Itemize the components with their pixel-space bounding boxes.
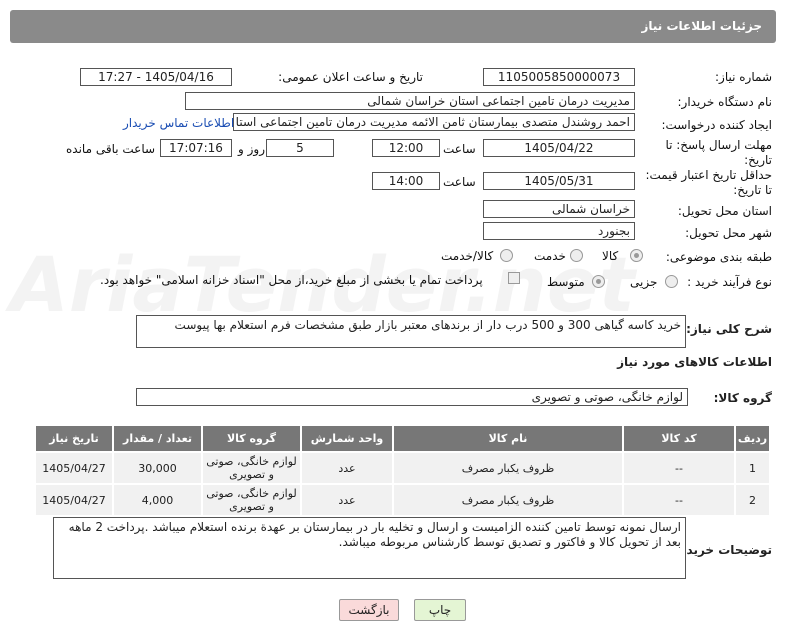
deadline-date-field: 1405/04/22 — [483, 139, 635, 157]
goods-table: ردیف کد کالا نام کالا واحد شمارش گروه کا… — [34, 424, 771, 517]
cell-quantity: 30,000 — [112, 451, 203, 485]
cell-row: 1 — [734, 451, 771, 485]
th-unit: واحد شمارش — [300, 424, 394, 453]
need-details-page: AriaTender.net جزئیات اطلاعات نیاز شماره… — [0, 0, 788, 636]
buyer-org-field: مدیریت درمان تامین اجتماعی استان خراسان … — [185, 92, 635, 110]
category-goods-radio[interactable] — [630, 249, 643, 262]
goods-info-title: اطلاعات کالاهای مورد نیاز — [617, 355, 772, 369]
deadline-time-word: ساعت — [443, 142, 476, 156]
description-textarea[interactable]: خرید کاسه گیاهی 300 و 500 درب دار از برن… — [136, 315, 686, 348]
description-text: خرید کاسه گیاهی 300 و 500 درب دار از برن… — [174, 318, 681, 332]
cell-name: ظروف یکبار مصرف — [392, 483, 624, 517]
category-service-label: خدمت — [534, 249, 566, 263]
print-button[interactable]: چاپ — [414, 599, 466, 621]
need-number-label: شماره نیاز: — [715, 70, 772, 84]
buyer-notes-textarea[interactable]: ارسال نمونه توسط تامین کننده الزامیست و … — [53, 517, 686, 579]
process-small-radio[interactable] — [665, 275, 678, 288]
announce-label: تاریخ و ساعت اعلان عمومی: — [278, 70, 423, 84]
th-name: نام کالا — [392, 424, 624, 453]
goods-group-field: لوازم خانگی، صوتی و تصویری — [136, 388, 688, 406]
page-title: جزئیات اطلاعات نیاز — [641, 19, 762, 33]
category-label: طبقه بندی موضوعی: — [665, 250, 772, 264]
creator-label: ایجاد کننده درخواست: — [661, 118, 772, 132]
process-medium-label: متوسط — [547, 275, 585, 289]
need-number-field: 1105005850000073 — [483, 68, 635, 86]
goods-group-label: گروه کالا: — [713, 391, 772, 405]
category-service-radio[interactable] — [570, 249, 583, 262]
category-goods-service-radio[interactable] — [500, 249, 513, 262]
category-goods-service-label: کالا/خدمت — [441, 249, 494, 263]
cell-group: لوازم خانگی، صوتی و تصویری — [201, 483, 302, 517]
process-small-label: جزیی — [630, 275, 658, 289]
remaining-word: ساعت باقی مانده — [66, 142, 156, 156]
days-word: روز و — [238, 142, 265, 156]
page-header: جزئیات اطلاعات نیاز — [10, 10, 776, 43]
deadline-label: مهلت ارسال پاسخ: تا تاریخ: — [665, 138, 772, 167]
validity-label: حداقل تاریخ اعتبار قیمت: تا تاریخ: — [645, 168, 772, 197]
th-code: کد کالا — [622, 424, 736, 453]
city-field: بجنورد — [483, 222, 635, 240]
buyer-notes-text: ارسال نمونه توسط تامین کننده الزامیست و … — [68, 520, 681, 549]
remaining-time-field: 17:07:16 — [160, 139, 232, 157]
buyer-contact-link[interactable]: اطلاعات تماس خریدار — [123, 116, 234, 130]
description-label: شرح کلی نیاز: — [686, 322, 772, 336]
process-medium-radio[interactable] — [592, 275, 605, 288]
validity-time-field: 14:00 — [372, 172, 440, 190]
table-header-row: ردیف کد کالا نام کالا واحد شمارش گروه کا… — [34, 424, 771, 453]
th-row: ردیف — [734, 424, 771, 453]
cell-code: -- — [622, 451, 736, 485]
cell-date: 1405/04/27 — [34, 451, 114, 485]
buyer-org-label: نام دستگاه خریدار: — [677, 95, 773, 109]
deadline-time-field: 12:00 — [372, 139, 440, 157]
city-label: شهر محل تحویل: — [685, 226, 772, 240]
province-label: استان محل تحویل: — [677, 204, 772, 218]
cell-quantity: 4,000 — [112, 483, 203, 517]
cell-date: 1405/04/27 — [34, 483, 114, 517]
province-field: خراسان شمالی — [483, 200, 635, 218]
process-label: نوع فرآیند خرید : — [687, 275, 772, 289]
table-row: 1 -- ظروف یکبار مصرف عدد لوازم خانگی، صو… — [34, 451, 771, 485]
cell-row: 2 — [734, 483, 771, 517]
th-quantity: تعداد / مقدار — [112, 424, 203, 453]
payment-checkbox[interactable] — [508, 272, 520, 284]
cell-unit: عدد — [300, 483, 394, 517]
payment-note: پرداخت تمام یا بخشی از مبلغ خرید،از محل … — [100, 273, 483, 287]
validity-date-field: 1405/05/31 — [483, 172, 635, 190]
category-goods-label: کالا — [602, 249, 619, 263]
cell-group: لوازم خانگی، صوتی و تصویری — [201, 451, 302, 485]
cell-name: ظروف یکبار مصرف — [392, 451, 624, 485]
table-row: 2 -- ظروف یکبار مصرف عدد لوازم خانگی، صو… — [34, 483, 771, 517]
cell-code: -- — [622, 483, 736, 517]
cell-unit: عدد — [300, 451, 394, 485]
creator-field: احمد روشندل متصدی بیمارستان ثامن الائمه … — [233, 113, 635, 131]
days-field: 5 — [266, 139, 334, 157]
th-group: گروه کالا — [201, 424, 302, 453]
announce-field: 1405/04/16 - 17:27 — [80, 68, 232, 86]
validity-time-word: ساعت — [443, 175, 476, 189]
back-button[interactable]: بازگشت — [339, 599, 399, 621]
th-date: تاریخ نیاز — [34, 424, 114, 453]
